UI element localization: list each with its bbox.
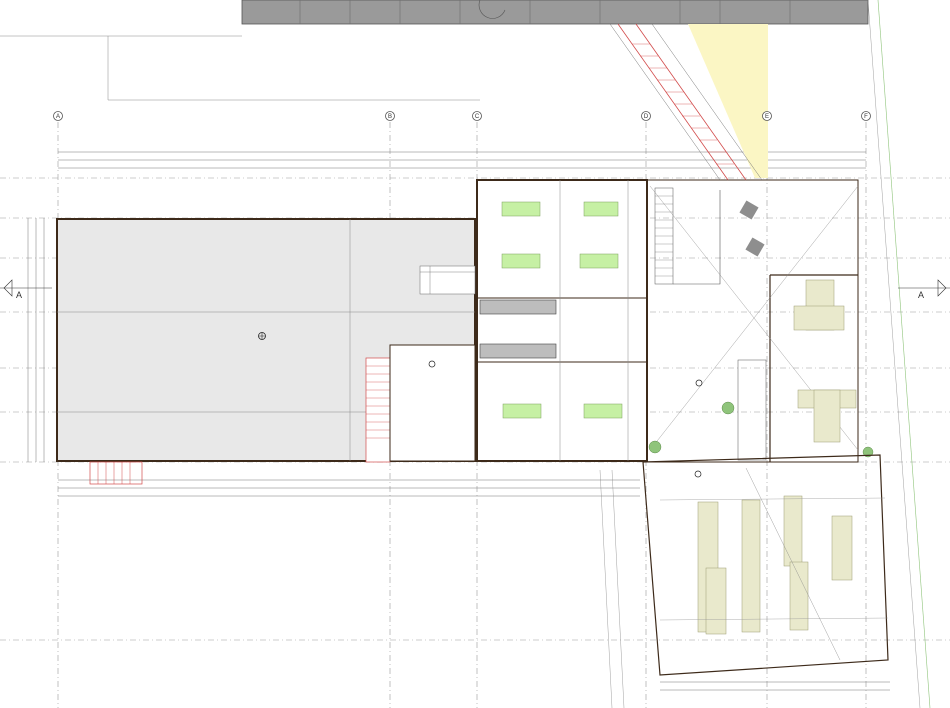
grid-bubble-e: E <box>762 111 772 121</box>
dimension-lines-left <box>27 218 45 462</box>
grid-label-e: E <box>765 114 769 120</box>
grid-bubble-f: F <box>861 111 871 121</box>
lower-right-hall <box>642 454 889 676</box>
grid-label-b: B <box>388 114 392 120</box>
existing-building <box>241 0 869 25</box>
section-label-right: A <box>918 290 924 300</box>
grid-label-c: C <box>475 114 480 120</box>
level-marker-icon <box>695 379 703 387</box>
grid-label-f: F <box>864 114 868 120</box>
dimension-lines-bottom <box>58 479 890 691</box>
section-marker-right: A <box>898 279 950 300</box>
central-block <box>476 179 648 462</box>
plot-boundary <box>0 35 480 101</box>
grid-label-a: A <box>56 114 60 120</box>
entrance-steps <box>89 461 143 485</box>
grid-bubble-c: C <box>472 111 482 121</box>
level-marker-icon <box>694 470 702 478</box>
bistro-tables <box>739 200 765 257</box>
side-room <box>389 344 476 462</box>
level-marker-icon <box>258 332 266 340</box>
stair-hall <box>365 357 391 463</box>
grid-bubble-a: A <box>53 111 63 121</box>
furniture-upper-right <box>793 279 857 443</box>
grid-bubble-b: B <box>385 111 395 121</box>
legend-box <box>419 265 476 295</box>
grid-label-d: D <box>644 114 649 120</box>
grid-bubble-d: D <box>641 111 651 121</box>
section-label-left: A <box>16 290 22 300</box>
connecting-stair <box>609 23 768 181</box>
floor-plan-drawing: A B C D E F A A <box>0 0 950 708</box>
